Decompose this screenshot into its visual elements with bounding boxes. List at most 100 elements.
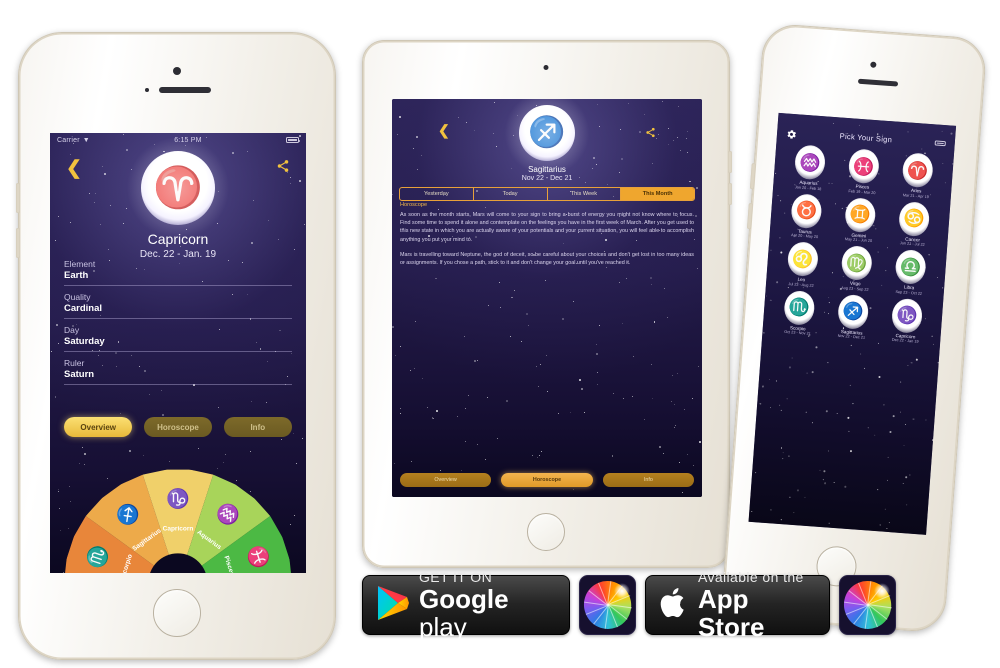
tab-info[interactable]: Info [602, 473, 694, 487]
sign-cell-virgo[interactable]: ♍ Virgo Aug 23 - Sep 22 [828, 244, 885, 292]
sign-cell-gemini[interactable]: ♊ Gemini May 21 - Jun 20 [831, 196, 888, 244]
front-camera-icon [173, 67, 181, 75]
detail-label: Quality [64, 292, 91, 302]
sign-dates: Dec. 22 - Jan. 19 [139, 249, 217, 260]
view-tab-bar: Overview Horoscope Info [64, 417, 292, 437]
wheel-label-capricorn: Capricorn [162, 525, 194, 533]
sign-dates: Jan 20 - Feb 18 [794, 184, 822, 191]
google-play-badge[interactable]: GET IT ON Google play [362, 569, 571, 641]
horoscope-paragraph-2: Mars is travelling toward Neptune, the g… [400, 251, 694, 267]
sign-cell-libra[interactable]: ♎ Libra Sep 23 - Oct 22 [882, 248, 939, 296]
capricorn-glyph-icon: ♑ [890, 297, 924, 334]
app-store-badge[interactable]: Available on the App Store [644, 569, 831, 641]
status-bar: Carrier ▼ 6:15 PM [50, 133, 306, 147]
sagittarius-glyph-icon: ♐ [837, 293, 870, 330]
volume-down-button[interactable] [16, 228, 20, 258]
sign-cell-capricorn[interactable]: ♑ Capricorn Dec 22 - Jan 19 [878, 296, 935, 344]
segment-today[interactable]: Today [474, 188, 548, 200]
gemini-glyph-icon: ♊ [844, 196, 877, 233]
phone-left-screen: Carrier ▼ 6:15 PM ❮ ♈ Capricorn Dec. 22 … [50, 133, 306, 573]
segment-yesterday[interactable]: Yesterday [400, 188, 474, 200]
sign-medallion: ♈ [125, 135, 231, 241]
sign-dates: Mar 21 - Apr 19 [902, 192, 930, 199]
horoscope-body-text: As soon as the month starts, Mars will c… [400, 211, 694, 267]
front-camera-icon [870, 61, 877, 68]
apple-badge-top-text: Available on the [697, 569, 804, 585]
sign-cell-sagittarius[interactable]: ♐ Sagittarius Nov 22 - Dec 21 [824, 292, 881, 340]
sign-dates: May 21 - Jun 20 [844, 237, 873, 244]
volume-down-button[interactable] [746, 202, 753, 230]
detail-row: Ruler Saturn [64, 357, 292, 385]
section-label: Horoscope [400, 202, 428, 208]
detail-label: Day [64, 325, 80, 335]
sign-cell-taurus[interactable]: ♉ Taurus Apr 20 - May 20 [778, 192, 835, 240]
volume-up-button[interactable] [16, 183, 20, 213]
libra-glyph-icon: ♎ [894, 248, 927, 286]
zodiac-wheel-app-icon-2[interactable] [839, 575, 896, 635]
tab-horoscope[interactable]: Horoscope [143, 417, 213, 437]
home-button[interactable] [153, 589, 201, 637]
sign-dates: Feb 19 - Mar 20 [848, 188, 876, 195]
sign-header: ♐ Sagittarius Nov 22 - Dec 21 [392, 99, 702, 182]
horoscope-paragraph-1: As soon as the month starts, Mars will c… [400, 212, 694, 243]
segment-this-week[interactable]: This Week [548, 188, 622, 200]
sign-dates: Jul 23 - Aug 22 [788, 281, 814, 288]
front-camera-icon [543, 65, 549, 70]
taurus-glyph-icon: ♉ [790, 192, 823, 229]
detail-value: Earth [64, 270, 89, 281]
sagittarius-glyph-icon: ♐ [528, 116, 566, 149]
google-badge-brand: Google [419, 584, 509, 614]
google-badge-top-text: GET IT ON [419, 569, 493, 585]
apple-badge-store: App Store [697, 584, 765, 642]
gear-icon[interactable] [786, 126, 798, 139]
store-badges: GET IT ON Google play Available on the A… [362, 569, 896, 641]
wifi-icon: ▼ [82, 136, 90, 144]
volume-down-button[interactable] [728, 183, 732, 205]
sign-dates: Jun 21 - Jul 22 [899, 241, 925, 247]
detail-value: Cardinal [64, 303, 103, 314]
detail-value: Saturn [64, 369, 95, 380]
phone-device-right: Pick Your Sign ♒ Aquarius Jan 20 - Feb 18 ♓… [720, 22, 988, 634]
sign-name: Sagittarius [528, 165, 566, 174]
clock-label: 6:15 PM [174, 136, 202, 144]
detail-row: Quality Cardinal [64, 291, 292, 319]
earpiece-speaker [857, 78, 899, 87]
detail-row: Element Earth [64, 258, 292, 286]
sign-cell-scorpio[interactable]: ♏ Scorpio Oct 23 - Nov 21 [770, 289, 827, 337]
sign-header: ♈ Capricorn Dec. 22 - Jan. 19 [50, 135, 306, 260]
pisces-glyph-icon: ♓ [847, 148, 881, 185]
sign-name: Capricorn [147, 231, 209, 247]
google-badge-play: play [419, 612, 467, 642]
sign-cell-aquarius[interactable]: ♒ Aquarius Jan 20 - Feb 18 [781, 143, 838, 191]
tab-horoscope[interactable]: Horoscope [501, 473, 593, 487]
phone-bezel: Carrier ▼ 6:15 PM ❮ ♈ Capricorn Dec. 22 … [16, 32, 336, 660]
volume-up-button[interactable] [749, 163, 756, 190]
virgo-glyph-icon: ♍ [840, 244, 873, 282]
view-tab-bar: Overview Horoscope Info [400, 473, 694, 487]
period-segmented-control: Yesterday Today This Week This Month [399, 187, 695, 201]
tab-info[interactable]: Info [223, 417, 292, 437]
home-button[interactable] [527, 513, 565, 551]
phone-device-left: Carrier ▼ 6:15 PM ❮ ♈ Capricorn Dec. 22 … [16, 32, 336, 660]
sign-cell-pisces[interactable]: ♓ Pisces Feb 19 - Mar 20 [835, 147, 892, 195]
phone-bezel: Pick Your Sign ♒ Aquarius Jan 20 - Feb 18 ♓… [720, 22, 988, 634]
earpiece-speaker [159, 87, 211, 93]
segment-this-month[interactable]: This Month [621, 188, 694, 200]
tab-overview[interactable]: Overview [400, 473, 492, 487]
sign-cell-cancer[interactable]: ♋ Cancer Jun 21 - Jul 22 [885, 200, 942, 248]
sign-medallion: ♐ [503, 99, 591, 177]
proximity-sensor-icon [145, 88, 150, 92]
zodiac-wheel[interactable]: ♏ Scorpio ♐ Sagittarius ♑ Capricorn ♒ Aquarius ♓… [50, 455, 306, 573]
aquarius-glyph-icon: ♒ [793, 144, 827, 181]
volume-up-button[interactable] [728, 151, 732, 173]
promo-mockup-stage: Carrier ▼ 6:15 PM ❮ ♈ Capricorn Dec. 22 … [0, 0, 1000, 668]
tab-overview[interactable]: Overview [64, 417, 133, 437]
sign-cell-aries[interactable]: ♈ Aries Mar 21 - Apr 19 [889, 151, 946, 199]
tablet-bezel: ❮ ♐ Sagittarius Nov 22 - Dec 21 Yesterda… [362, 40, 732, 568]
google-play-icon [376, 584, 410, 627]
detail-value: Saturday [64, 336, 105, 347]
zodiac-wheel-app-icon-1[interactable] [579, 575, 636, 635]
sign-grid: ♒ Aquarius Jan 20 - Feb 18 ♓ Pisces Feb 19 - … [770, 143, 945, 344]
aries-glyph-icon: ♈ [901, 152, 934, 189]
sign-cell-leo[interactable]: ♌ Leo Jul 23 - Aug 22 [774, 240, 831, 288]
